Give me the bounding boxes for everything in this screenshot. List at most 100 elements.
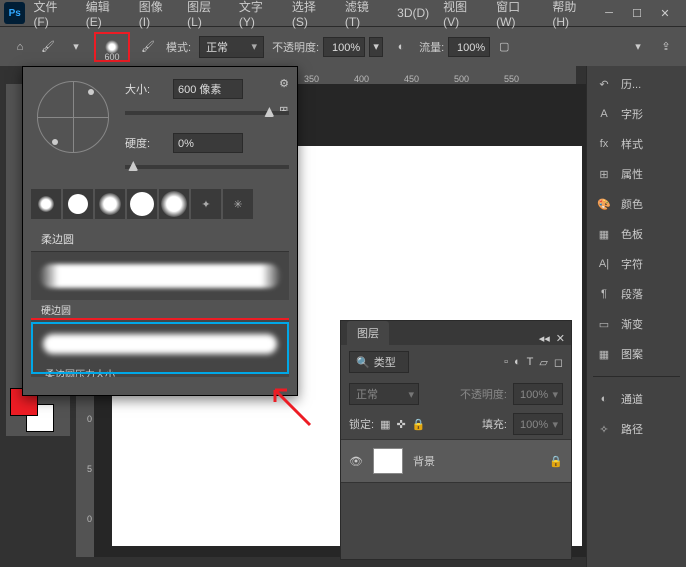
brush-thumb-3[interactable]	[95, 189, 125, 219]
menu-select[interactable]: 选择(S)	[286, 0, 337, 32]
brush-thumb-5[interactable]	[159, 189, 189, 219]
share-icon[interactable]: ⇪	[656, 37, 676, 57]
lock-icon[interactable]: 🔒	[549, 455, 563, 468]
layer-thumbnail[interactable]	[373, 448, 403, 474]
panel-history[interactable]: ↶历...	[593, 74, 680, 94]
character-icon: A|	[595, 256, 613, 272]
layers-tab[interactable]: 图层	[347, 321, 389, 345]
menubar: Ps 文件(F) 编辑(E) 图像(I) 图层(L) 文字(Y) 选择(S) 滤…	[0, 0, 686, 26]
layer-row-background[interactable]: 👁 背景 🔒	[341, 439, 571, 483]
filter-pixel-icon[interactable]: ▫	[504, 356, 508, 369]
layer-filter-type[interactable]: 🔍类型	[349, 351, 409, 373]
lock-pixels-icon[interactable]: 🔒	[412, 418, 426, 431]
menu-filter[interactable]: 滤镜(T)	[339, 0, 389, 32]
close-button[interactable]: ✕	[656, 4, 674, 22]
panel-patterns[interactable]: ▦图案	[593, 344, 680, 364]
right-panels: ↶历... A字形 fx样式 ⊞属性 🎨颜色 ▦色板 A|字符 ¶段落 ▭渐变 …	[586, 66, 686, 567]
panel-color[interactable]: 🎨颜色	[593, 194, 680, 214]
layer-blend-mode[interactable]: 正常	[349, 383, 419, 405]
panel-paragraph[interactable]: ¶段落	[593, 284, 680, 304]
panel-properties[interactable]: ⊞属性	[593, 164, 680, 184]
panel-gradient[interactable]: ▭渐变	[593, 314, 680, 334]
menu-window[interactable]: 窗口(W)	[490, 0, 544, 32]
search-icon: 🔍	[356, 356, 370, 369]
app-logo: Ps	[4, 2, 25, 24]
maximize-button[interactable]: ☐	[628, 4, 646, 22]
color-icon: 🎨	[595, 196, 613, 212]
menu-file[interactable]: 文件(F)	[27, 0, 77, 32]
filter-smart-icon[interactable]: ◻	[554, 356, 563, 369]
brush-thumb-1[interactable]	[31, 189, 61, 219]
flow-label: 流量:	[419, 39, 444, 55]
brush-preset-popup: ⚙ ⊞ 大小: 600 像素 硬度: 0% ✦ ✳ 柔边圆	[22, 66, 298, 396]
chevron-down-icon[interactable]: ▾	[66, 37, 86, 57]
panel-channels[interactable]: ◐通道	[593, 389, 680, 409]
flow-input[interactable]: 100%	[448, 37, 490, 57]
brush-stroke-preview-2[interactable]	[43, 326, 277, 362]
lock-label: 锁定:	[349, 416, 374, 432]
channels-icon: ◐	[595, 391, 613, 407]
minimize-button[interactable]: ─	[600, 4, 618, 22]
fill-label: 填充:	[482, 416, 507, 432]
menu-layer[interactable]: 图层(L)	[181, 0, 231, 32]
layer-name[interactable]: 背景	[413, 453, 435, 469]
menu-view[interactable]: 视图(V)	[437, 0, 488, 32]
visibility-icon[interactable]: 👁	[349, 455, 363, 468]
menu-help[interactable]: 帮助(H)	[546, 0, 598, 32]
filter-type-icon[interactable]: T	[527, 356, 534, 369]
menu-3d[interactable]: 3D(D)	[391, 3, 435, 23]
brush-thumb-4[interactable]	[127, 189, 157, 219]
brush-settings-icon[interactable]: 🖌	[138, 37, 158, 57]
brush-thumb-2[interactable]	[63, 189, 93, 219]
layer-opacity-label: 不透明度:	[460, 386, 507, 402]
brush-size-value: 600	[104, 52, 119, 62]
hardness-input[interactable]: 0%	[173, 133, 243, 153]
panel-glyphs[interactable]: A字形	[593, 104, 680, 124]
filter-adjust-icon[interactable]: ◐	[514, 356, 521, 369]
brush-group-soft[interactable]: 柔边圆	[31, 227, 289, 252]
styles-icon: fx	[595, 136, 613, 152]
brush-thumbnails: ✦ ✳	[23, 185, 297, 223]
pressure-opacity-icon[interactable]: ◐	[391, 37, 411, 57]
properties-icon: ⊞	[595, 166, 613, 182]
chevron-down-icon-2[interactable]: ▾	[628, 37, 648, 57]
brush-thumb-7[interactable]: ✳	[223, 189, 253, 219]
history-icon: ↶	[595, 76, 613, 92]
brush-group-hard[interactable]: 硬边圆	[31, 300, 289, 320]
home-icon[interactable]: ⌂	[10, 37, 30, 57]
airbrush-icon[interactable]: ▢	[494, 37, 514, 57]
window-controls: ─ ☐ ✕	[600, 4, 682, 22]
collapse-icon[interactable]: ◂◂	[539, 332, 550, 345]
blend-mode-select[interactable]: 正常	[199, 36, 264, 58]
brush-angle-control[interactable]	[37, 81, 109, 153]
mode-label: 模式:	[166, 39, 191, 55]
gear-icon[interactable]: ⚙	[279, 77, 289, 90]
layers-panel: 图层 ◂◂ ✕ 🔍类型 ▫ ◐ T ▱ ◻ 正常 不透明度: 100% 锁定: ▦…	[340, 320, 572, 560]
panel-character[interactable]: A|字符	[593, 254, 680, 274]
opacity-input[interactable]: 100%	[323, 37, 365, 57]
selected-brush-name: 柔边圆压力大小	[37, 366, 283, 377]
brush-tool-icon[interactable]: 🖌	[38, 37, 58, 57]
menu-edit[interactable]: 编辑(E)	[80, 0, 131, 32]
panel-divider	[593, 376, 680, 377]
close-panel-icon[interactable]: ✕	[556, 332, 565, 345]
opacity-dropdown[interactable]: ▾	[369, 37, 383, 57]
lock-position-icon[interactable]: ✜	[396, 418, 405, 431]
brush-preset-picker[interactable]: 600	[94, 32, 130, 62]
menu-type[interactable]: 文字(Y)	[233, 0, 284, 32]
layer-fill-input[interactable]: 100%	[513, 413, 563, 435]
menu-image[interactable]: 图像(I)	[133, 0, 179, 32]
brush-stroke-preview-1[interactable]	[39, 258, 281, 294]
brush-thumb-6[interactable]: ✦	[191, 189, 221, 219]
swatches-icon: ▦	[595, 226, 613, 242]
layer-opacity-input[interactable]: 100%	[513, 383, 563, 405]
lock-all-icon[interactable]: ▦	[380, 418, 390, 431]
panel-paths[interactable]: ✧路径	[593, 419, 680, 439]
size-slider[interactable]	[125, 111, 289, 115]
options-bar: ⌂ 🖌 ▾ 600 🖌 模式: 正常 不透明度: 100% ▾ ◐ 流量: 10…	[0, 26, 686, 66]
hardness-slider[interactable]	[125, 165, 289, 169]
panel-swatches[interactable]: ▦色板	[593, 224, 680, 244]
filter-shape-icon[interactable]: ▱	[539, 356, 547, 369]
size-input[interactable]: 600 像素	[173, 79, 243, 99]
panel-styles[interactable]: fx样式	[593, 134, 680, 154]
